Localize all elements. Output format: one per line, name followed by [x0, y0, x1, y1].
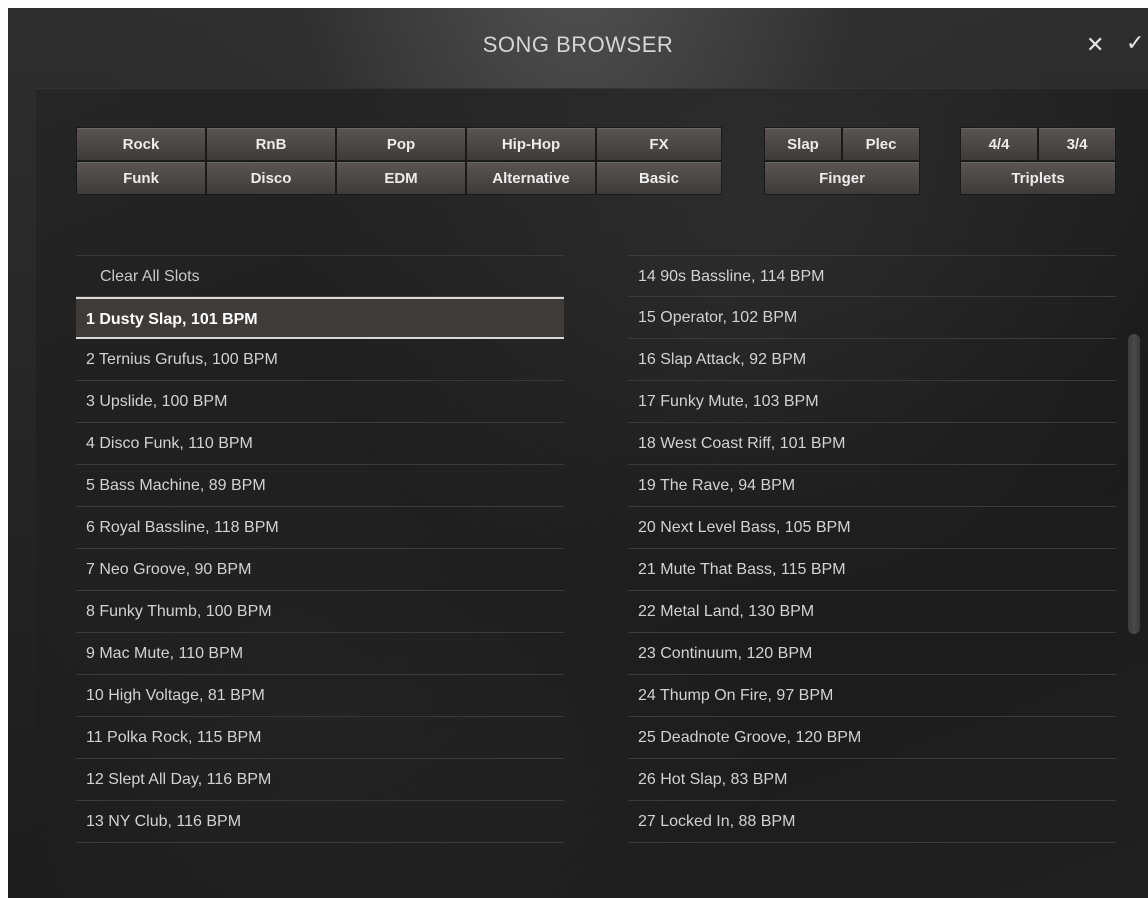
clear-all-slots-button[interactable]: Clear All Slots	[76, 255, 564, 297]
confirm-button[interactable]: ✓	[1126, 30, 1144, 56]
list-item[interactable]: 3 Upslide, 100 BPM	[76, 381, 564, 423]
list-item[interactable]: 6 Royal Bassline, 118 BPM	[76, 507, 564, 549]
filter-triplets-button[interactable]: Triplets	[960, 161, 1116, 195]
list-item[interactable]: 8 Funky Thumb, 100 BPM	[76, 591, 564, 633]
list-item[interactable]: 18 West Coast Riff, 101 BPM	[628, 423, 1116, 465]
filter-pop-button[interactable]: Pop	[336, 127, 466, 161]
list-item[interactable]: 23 Continuum, 120 BPM	[628, 633, 1116, 675]
filter-edm-button[interactable]: EDM	[336, 161, 466, 195]
list-item[interactable]: 4 Disco Funk, 110 BPM	[76, 423, 564, 465]
list-scrollbar[interactable]	[1128, 334, 1140, 634]
song-list-left: Clear All Slots 1 Dusty Slap, 101 BPM 2 …	[76, 255, 564, 855]
filter-basic-button[interactable]: Basic	[596, 161, 722, 195]
browser-panel: Rock RnB Pop Hip-Hop FX Funk Disco EDM A…	[36, 88, 1148, 898]
list-item[interactable]: 16 Slap Attack, 92 BPM	[628, 339, 1116, 381]
filter-fx-button[interactable]: FX	[596, 127, 722, 161]
list-item[interactable]: 13 NY Club, 116 BPM	[76, 801, 564, 843]
filter-alternative-button[interactable]: Alternative	[466, 161, 596, 195]
list-item[interactable]: 19 The Rave, 94 BPM	[628, 465, 1116, 507]
close-icon: ✕	[1086, 32, 1105, 57]
song-list-right: 14 90s Bassline, 114 BPM 15 Operator, 10…	[628, 255, 1116, 855]
filter-slap-button[interactable]: Slap	[764, 127, 842, 161]
list-item[interactable]: 25 Deadnote Groove, 120 BPM	[628, 717, 1116, 759]
filter-hiphop-button[interactable]: Hip-Hop	[466, 127, 596, 161]
list-item[interactable]: 14 90s Bassline, 114 BPM	[628, 255, 1116, 297]
filter-4-4-button[interactable]: 4/4	[960, 127, 1038, 161]
list-item[interactable]: 9 Mac Mute, 110 BPM	[76, 633, 564, 675]
window-title: SONG BROWSER	[482, 32, 674, 57]
checkmark-icon: ✓	[1126, 30, 1145, 55]
filter-finger-button[interactable]: Finger	[764, 161, 920, 195]
list-item[interactable]: 22 Metal Land, 130 BPM	[628, 591, 1116, 633]
filter-plec-button[interactable]: Plec	[842, 127, 920, 161]
filter-3-4-button[interactable]: 3/4	[1038, 127, 1116, 161]
song-browser-window: SONG BROWSER ✕ ✓ Rock RnB Pop Hip-Hop FX…	[8, 8, 1148, 898]
list-item[interactable]: 5 Bass Machine, 89 BPM	[76, 465, 564, 507]
list-item[interactable]: 7 Neo Groove, 90 BPM	[76, 549, 564, 591]
list-item[interactable]: 15 Operator, 102 BPM	[628, 297, 1116, 339]
list-item[interactable]: 27 Locked In, 88 BPM	[628, 801, 1116, 843]
list-item[interactable]: 1 Dusty Slap, 101 BPM	[76, 297, 564, 339]
filter-funk-button[interactable]: Funk	[76, 161, 206, 195]
filter-rnb-button[interactable]: RnB	[206, 127, 336, 161]
list-item[interactable]: 24 Thump On Fire, 97 BPM	[628, 675, 1116, 717]
list-item[interactable]: 2 Ternius Grufus, 100 BPM	[76, 339, 564, 381]
list-item[interactable]: 10 High Voltage, 81 BPM	[76, 675, 564, 717]
list-item[interactable]: 26 Hot Slap, 83 BPM	[628, 759, 1116, 801]
list-item[interactable]: 11 Polka Rock, 115 BPM	[76, 717, 564, 759]
list-item[interactable]: 12 Slept All Day, 116 BPM	[76, 759, 564, 801]
filter-disco-button[interactable]: Disco	[206, 161, 336, 195]
list-item[interactable]: 17 Funky Mute, 103 BPM	[628, 381, 1116, 423]
list-item[interactable]: 21 Mute That Bass, 115 BPM	[628, 549, 1116, 591]
close-button[interactable]: ✕	[1086, 32, 1104, 58]
list-item[interactable]: 20 Next Level Bass, 105 BPM	[628, 507, 1116, 549]
filter-rock-button[interactable]: Rock	[76, 127, 206, 161]
